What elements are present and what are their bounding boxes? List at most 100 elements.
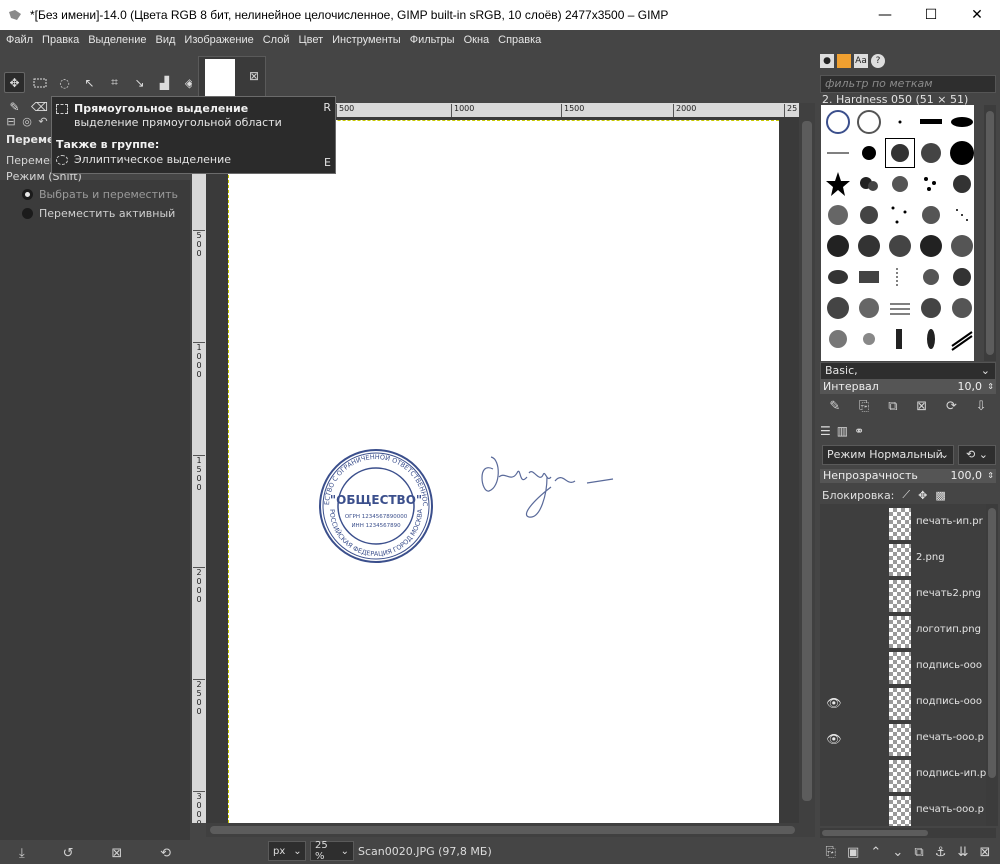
unit-select[interactable]: px ⌄ — [268, 841, 306, 861]
maximize-button[interactable]: ☐ — [908, 0, 954, 30]
vertical-ruler[interactable]: 5 0 0 1 0 0 0 1 5 0 0 2 0 0 0 2 5 0 0 3 … — [192, 117, 206, 823]
brush-item[interactable] — [916, 169, 946, 199]
layer-row[interactable]: печать2.png — [820, 578, 986, 612]
layers-list[interactable]: печать-ип.pr 2.png печать2.png логотип.p… — [820, 504, 986, 826]
brush-item[interactable] — [823, 262, 853, 292]
new-brush-icon[interactable]: ⎘ — [859, 399, 869, 414]
help-tab-icon[interactable]: ? — [871, 54, 885, 68]
patterns-tab-icon[interactable] — [837, 54, 851, 68]
brush-tag-filter-input[interactable]: фильтр по меткам — [820, 75, 996, 93]
brush-to-image-icon[interactable]: ⇩ — [976, 399, 987, 414]
zoom-select[interactable]: 25 % ⌄ — [310, 840, 354, 862]
radio-pick-and-move[interactable]: Выбрать и переместить — [22, 188, 178, 201]
brush-item[interactable] — [885, 200, 915, 230]
minimize-button[interactable]: — — [862, 0, 908, 30]
layer-row[interactable]: печать-ип.pr — [820, 506, 986, 540]
menu-filters[interactable]: Фильтры — [410, 34, 455, 46]
brush-item[interactable] — [854, 107, 884, 137]
new-layer-group-icon[interactable]: ▣ — [847, 845, 859, 860]
spin-arrows-icon[interactable]: ⇕ — [987, 469, 994, 483]
anchor-layer-icon[interactable]: ⚓ — [935, 845, 947, 860]
device-status-tab-icon[interactable]: ◎ — [21, 115, 33, 128]
brush-item[interactable] — [947, 324, 974, 354]
brush-item[interactable] — [823, 200, 853, 230]
layer-row[interactable]: печать-ооо.р — [820, 794, 986, 826]
layer-row[interactable]: 👁 подпись-ооо — [820, 686, 986, 720]
brushes-scrollbar[interactable] — [984, 105, 996, 361]
eye-icon[interactable]: 👁 — [820, 732, 848, 746]
brush-tag-select[interactable]: Basic, ⌄ — [820, 362, 996, 380]
brush-item[interactable] — [916, 107, 946, 137]
transform-tool-icon[interactable]: ↘ — [129, 72, 150, 93]
brush-item[interactable] — [916, 293, 946, 323]
lock-position-icon[interactable]: ✥ — [918, 489, 927, 502]
save-options-icon[interactable]: ⤓ — [19, 846, 25, 861]
reset-options-icon[interactable]: ⟲ — [160, 846, 171, 861]
scroll-thumb[interactable] — [802, 121, 812, 801]
brush-item[interactable] — [823, 324, 853, 354]
brush-item[interactable] — [947, 169, 974, 199]
brush-item[interactable] — [885, 293, 915, 323]
restore-options-icon[interactable]: ↺ — [63, 846, 74, 861]
channels-tab-icon[interactable]: ▥ — [837, 424, 848, 438]
brush-item[interactable] — [854, 293, 884, 323]
scroll-thumb[interactable] — [988, 508, 996, 778]
menu-tools[interactable]: Инструменты — [332, 34, 401, 46]
scroll-thumb[interactable] — [210, 826, 795, 834]
brush-item[interactable] — [947, 138, 974, 168]
brush-item[interactable] — [854, 200, 884, 230]
brush-item[interactable] — [823, 107, 853, 137]
image-canvas[interactable]: ОБЩЕСТВО С ОГРАНИЧЕННОЙ ОТВЕТСТВЕННОСТЬЮ… — [228, 120, 779, 823]
menu-edit[interactable]: Правка — [42, 34, 79, 46]
brush-item[interactable] — [947, 200, 974, 230]
layer-row[interactable]: подпись-ип.р — [820, 758, 986, 792]
brush-item[interactable] — [947, 293, 974, 323]
brush-item[interactable] — [885, 262, 915, 292]
duplicate-brush-icon[interactable]: ⧉ — [888, 399, 897, 414]
brush-item[interactable] — [823, 355, 853, 361]
raise-layer-icon[interactable]: ⌃ — [870, 845, 881, 860]
brush-item[interactable] — [823, 231, 853, 261]
brush-spacing-slider[interactable]: Интервал 10,0 ⇕ — [820, 380, 996, 394]
brush-item[interactable] — [916, 231, 946, 261]
brush-item-selected[interactable] — [885, 138, 915, 168]
lower-layer-icon[interactable]: ⌄ — [892, 845, 903, 860]
fonts-tab-icon[interactable]: Aa — [854, 54, 868, 68]
close-image-tab-icon[interactable]: ⊠ — [249, 69, 259, 83]
menu-file[interactable]: Файл — [6, 34, 33, 46]
layer-row[interactable]: 👁 печать-ооо.р — [820, 722, 986, 756]
brush-item[interactable] — [854, 169, 884, 199]
warp-tool-icon[interactable]: ▟ — [154, 72, 175, 93]
brush-item[interactable] — [854, 262, 884, 292]
layer-row[interactable]: логотип.png — [820, 614, 986, 648]
tool-options-tab-icon[interactable]: ⊟ — [5, 115, 17, 128]
scroll-thumb[interactable] — [822, 830, 928, 836]
brush-item[interactable] — [947, 262, 974, 292]
duplicate-layer-icon[interactable]: ⧉ — [914, 845, 923, 860]
layer-row[interactable]: подпись-ооо — [820, 650, 986, 684]
brush-item[interactable] — [854, 231, 884, 261]
brush-item[interactable] — [885, 169, 915, 199]
menu-select[interactable]: Выделение — [88, 34, 146, 46]
layer-opacity-slider[interactable]: Непрозрачность 100,0 ⇕ — [820, 469, 996, 483]
brush-item[interactable] — [916, 138, 946, 168]
lock-alpha-icon[interactable]: ▩ — [935, 489, 945, 502]
undo-history-tab-icon[interactable]: ↶ — [37, 115, 49, 128]
brushes-tab-icon[interactable]: ● — [820, 54, 834, 68]
layer-row[interactable]: 2.png — [820, 542, 986, 576]
brush-item[interactable] — [885, 231, 915, 261]
menu-help[interactable]: Справка — [498, 34, 541, 46]
delete-layer-icon[interactable]: ⊠ — [979, 845, 990, 860]
menu-layer[interactable]: Слой — [263, 34, 290, 46]
scroll-thumb[interactable] — [986, 111, 994, 355]
brush-item[interactable] — [916, 355, 946, 361]
menu-image[interactable]: Изображение — [184, 34, 253, 46]
close-button[interactable]: ✕ — [954, 0, 1000, 30]
layers-scrollbar[interactable] — [986, 504, 998, 826]
layers-horizontal-scrollbar[interactable] — [820, 828, 996, 838]
delete-options-icon[interactable]: ⊠ — [111, 846, 122, 861]
brush-item[interactable] — [916, 262, 946, 292]
radio-move-active[interactable]: Переместить активный — [22, 207, 175, 220]
brush-item[interactable] — [823, 169, 853, 199]
brush-item[interactable] — [854, 138, 884, 168]
